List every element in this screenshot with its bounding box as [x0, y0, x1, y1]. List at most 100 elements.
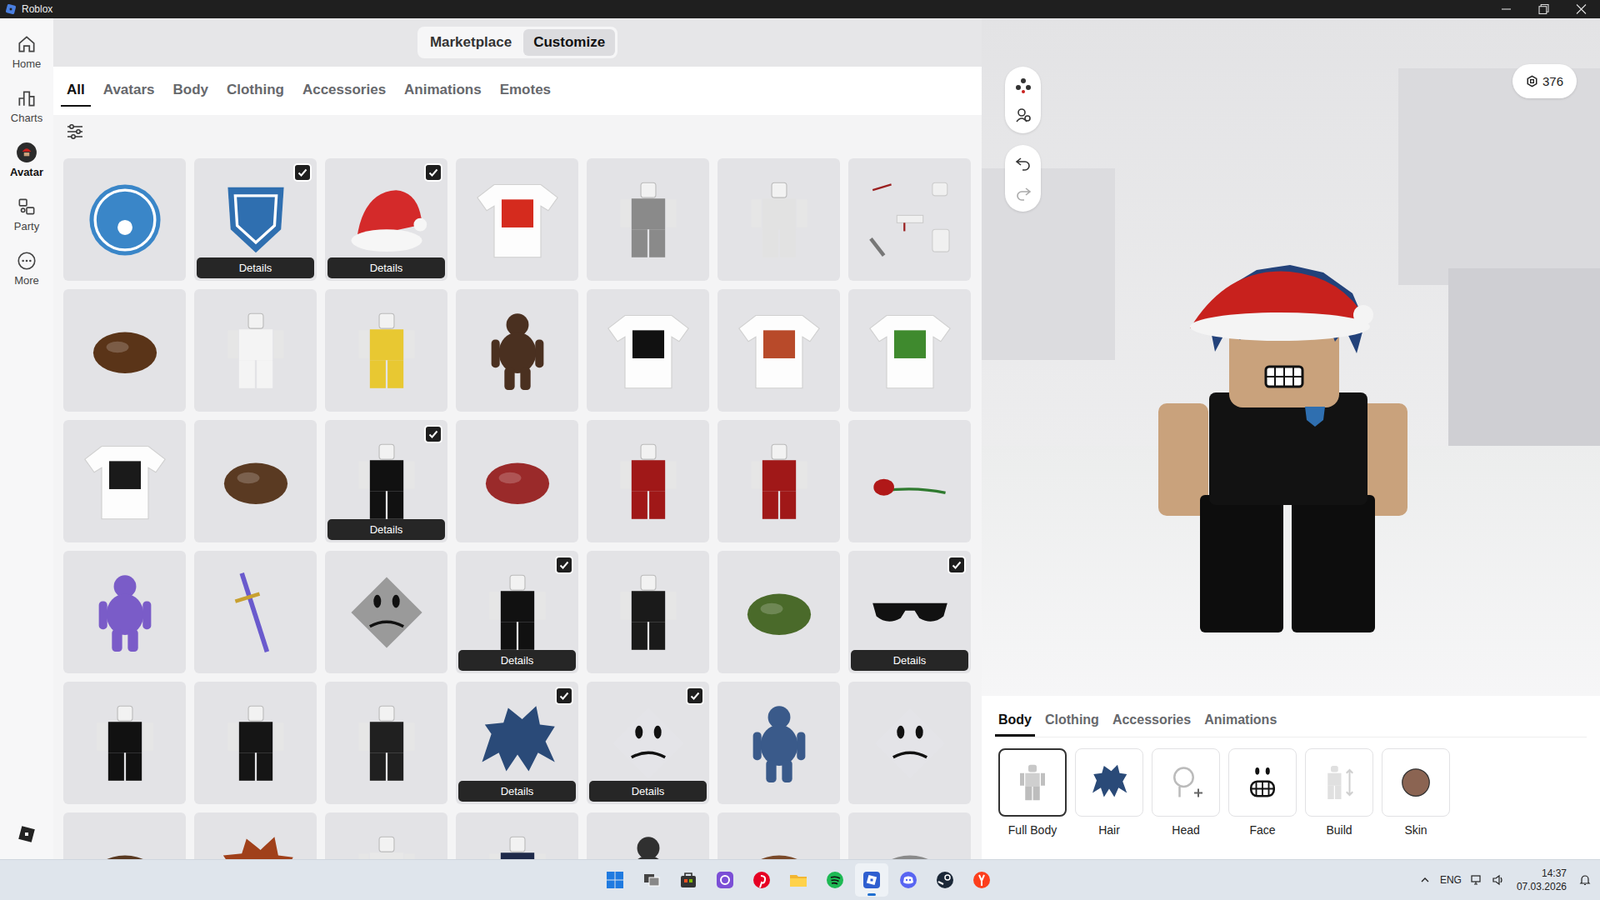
category-tab[interactable]: Accessories	[296, 75, 392, 107]
taskbar-app[interactable]	[965, 863, 999, 897]
item-card[interactable]	[717, 289, 840, 412]
item-card[interactable]	[848, 681, 971, 805]
item-card[interactable]: Details	[194, 158, 317, 281]
details-button[interactable]: Details	[589, 780, 707, 802]
item-card[interactable]	[63, 812, 186, 860]
item-card[interactable]: Details	[586, 681, 710, 805]
category-tab[interactable]: Emotes	[494, 75, 557, 107]
item-card[interactable]	[63, 289, 186, 412]
item-card[interactable]	[848, 158, 971, 281]
avatar-viewport[interactable]: 376	[981, 18, 1600, 696]
notification-bell-icon[interactable]	[1578, 873, 1592, 887]
undo-icon[interactable]	[1013, 153, 1034, 174]
item-card[interactable]	[848, 420, 971, 543]
item-card[interactable]	[63, 681, 186, 805]
redo-icon[interactable]	[1013, 183, 1034, 204]
item-card[interactable]: Details	[455, 681, 579, 805]
clock[interactable]: 14:3707.03.2026	[1513, 866, 1570, 894]
item-card[interactable]	[586, 420, 710, 543]
category-tab[interactable]: All	[60, 75, 91, 107]
item-card[interactable]	[717, 681, 840, 805]
item-card[interactable]	[194, 550, 317, 674]
sidebar-item[interactable]: Home	[0, 30, 54, 85]
taskbar-app[interactable]	[781, 863, 815, 897]
close-icon[interactable]	[1562, 0, 1600, 19]
volume-icon[interactable]	[1491, 873, 1505, 887]
item-card[interactable]	[194, 681, 317, 805]
item-card[interactable]	[63, 158, 186, 281]
sidebar-item[interactable]: Party	[0, 192, 54, 247]
editor-slot[interactable]: Skin	[1381, 748, 1450, 837]
item-card[interactable]	[325, 289, 448, 412]
taskbar-app[interactable]	[635, 863, 669, 897]
category-tab[interactable]: Animations	[398, 75, 488, 107]
item-card[interactable]: Details	[848, 550, 971, 674]
avatar-figure[interactable]	[1148, 260, 1415, 660]
item-card[interactable]	[455, 289, 579, 412]
item-card[interactable]	[586, 289, 710, 412]
taskbar-app[interactable]	[708, 863, 742, 897]
language-indicator[interactable]: ENG	[1440, 874, 1462, 886]
editor-slot[interactable]: Head	[1151, 748, 1220, 837]
sidebar-item[interactable]: Charts	[0, 84, 54, 139]
item-card[interactable]	[717, 420, 840, 543]
item-card[interactable]	[848, 289, 971, 412]
category-tab[interactable]: Avatars	[97, 75, 161, 107]
editor-tab[interactable]: Accessories	[1109, 709, 1195, 737]
sidebar-item[interactable]: Avatar	[0, 138, 54, 193]
roblox-logo-icon[interactable]	[16, 824, 37, 845]
item-card[interactable]	[325, 812, 448, 860]
item-card[interactable]	[325, 681, 448, 805]
editor-slot[interactable]: Hair	[1075, 748, 1144, 837]
editor-slot[interactable]: Face	[1228, 748, 1297, 837]
item-card[interactable]	[455, 420, 579, 543]
item-card[interactable]	[194, 420, 317, 543]
item-card[interactable]	[325, 550, 448, 674]
item-card[interactable]	[586, 812, 710, 860]
editor-tab[interactable]: Body	[995, 709, 1035, 737]
item-card[interactable]: Details	[325, 158, 448, 281]
item-card[interactable]	[194, 812, 317, 860]
item-card[interactable]	[717, 550, 840, 674]
details-button[interactable]: Details	[850, 650, 969, 671]
details-button[interactable]: Details	[196, 257, 315, 279]
details-button[interactable]: Details	[458, 650, 576, 671]
taskbar-app[interactable]	[855, 863, 889, 897]
item-card[interactable]	[194, 289, 317, 412]
taskbar-app[interactable]	[928, 863, 962, 897]
item-card[interactable]	[717, 812, 840, 860]
taskbar-app[interactable]	[891, 863, 925, 897]
item-card[interactable]: Details	[455, 550, 579, 674]
filter-icon[interactable]	[65, 121, 85, 142]
avatar-settings-icon[interactable]	[1013, 75, 1034, 95]
item-card[interactable]	[63, 420, 186, 543]
minimize-icon[interactable]	[1487, 0, 1525, 19]
restore-icon[interactable]	[1525, 0, 1563, 19]
mode-button[interactable]: Marketplace	[420, 29, 522, 56]
item-card[interactable]	[848, 812, 971, 860]
item-card[interactable]	[586, 158, 710, 281]
taskbar-app[interactable]	[671, 863, 705, 897]
item-card[interactable]	[717, 158, 840, 281]
chevron-up-icon[interactable]	[1418, 873, 1432, 887]
category-tab[interactable]: Body	[166, 75, 215, 107]
details-button[interactable]: Details	[327, 257, 445, 279]
details-button[interactable]: Details	[458, 780, 576, 802]
item-card[interactable]	[63, 550, 186, 674]
details-button[interactable]: Details	[327, 519, 445, 540]
sidebar-item[interactable]: More	[0, 246, 54, 301]
taskbar-app[interactable]	[745, 863, 779, 897]
mode-button[interactable]: Customize	[523, 29, 615, 56]
taskbar-app[interactable]	[818, 863, 852, 897]
robux-balance[interactable]: 376	[1512, 64, 1577, 99]
item-card[interactable]	[586, 550, 710, 674]
item-card[interactable]: Details	[325, 420, 448, 543]
item-card[interactable]	[455, 158, 579, 281]
customize-gear-icon[interactable]	[1013, 105, 1034, 125]
network-icon[interactable]	[1470, 873, 1484, 887]
item-card[interactable]	[455, 812, 579, 860]
category-tab[interactable]: Clothing	[220, 75, 290, 107]
editor-slot[interactable]: Build	[1305, 748, 1374, 837]
editor-tab[interactable]: Clothing	[1041, 709, 1103, 737]
editor-tab[interactable]: Animations	[1200, 709, 1280, 737]
